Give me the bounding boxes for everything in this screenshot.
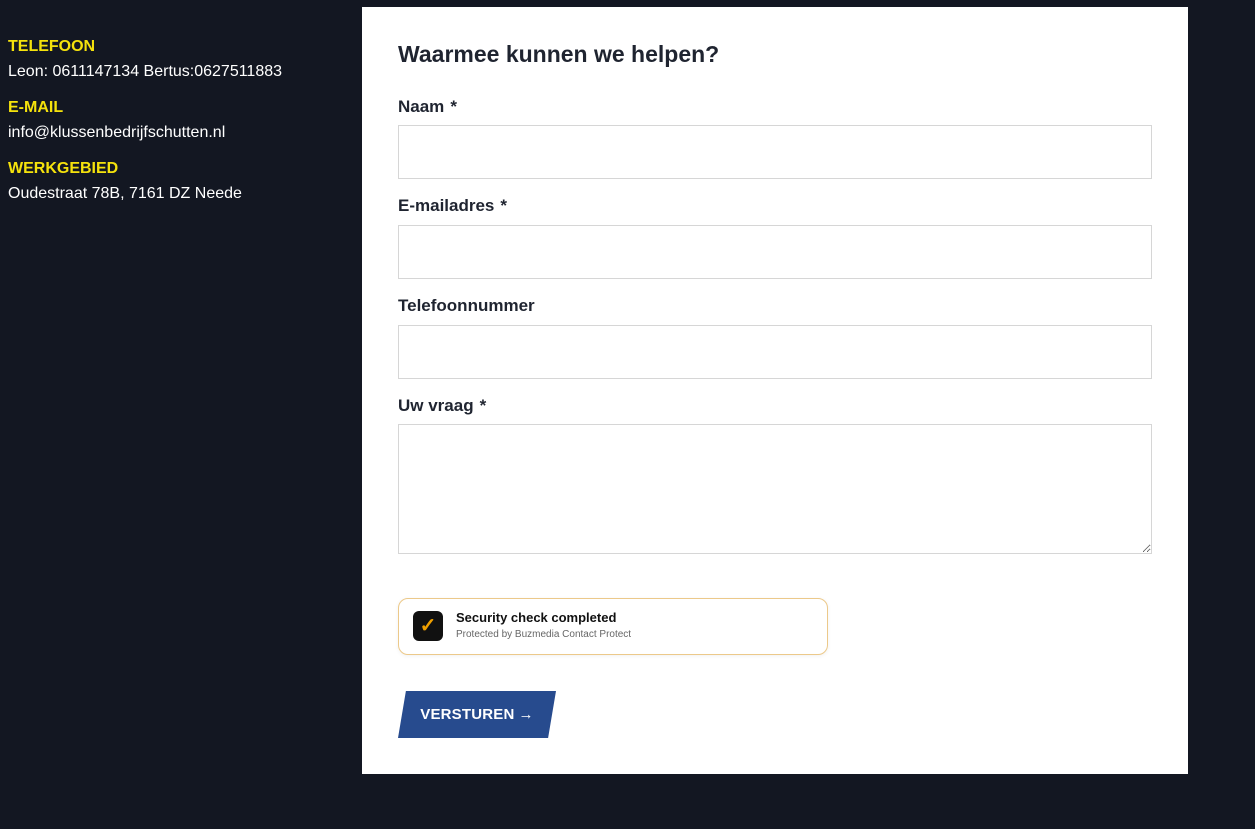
arrow-right-icon: →	[518, 706, 534, 723]
question-label: Uw vraag *	[398, 396, 486, 416]
name-label: Naam *	[398, 97, 457, 117]
required-marker: *	[500, 196, 508, 215]
question-label-text: Uw vraag	[398, 396, 474, 415]
area-address: Oudestraat 78B, 7161 DZ Neede	[8, 185, 242, 202]
name-label-text: Naam	[398, 97, 445, 116]
contact-form-panel: Waarmee kunnen we helpen? Naam * E-mailad…	[362, 7, 1188, 774]
email-heading: E-MAIL	[8, 99, 64, 116]
checkmark-icon[interactable]: ✓	[413, 611, 443, 641]
security-provider: Protected by Buzmedia Contact Protect	[456, 629, 632, 640]
phone-label-text: Telefoonnummer	[398, 296, 535, 315]
email-block: E-MAIL info@klussenbedrijfschutten.nl	[8, 97, 348, 145]
email-address: info@klussenbedrijfschutten.nl	[8, 124, 226, 141]
phone-block: TELEFOON Leon: 0611147134 Bertus:0627511…	[8, 36, 348, 84]
name-input[interactable]	[398, 125, 1152, 179]
area-block: WERKGEBIED Oudestraat 78B, 7161 DZ Neede	[8, 158, 348, 206]
phone-input[interactable]	[398, 325, 1152, 379]
submit-button[interactable]: VERSTUREN →	[398, 691, 556, 738]
email-label: E-mailadres *	[398, 196, 507, 216]
submit-label: VERSTUREN	[420, 706, 515, 723]
phone-numbers: Leon: 0611147134 Bertus:0627511883	[8, 63, 283, 80]
phone-heading: TELEFOON	[8, 38, 96, 55]
security-status: Security check completed	[456, 610, 617, 625]
required-marker: *	[479, 396, 487, 415]
form-title: Waarmee kunnen we helpen?	[398, 41, 720, 67]
required-marker: *	[450, 97, 457, 116]
email-label-text: E-mailadres	[398, 196, 495, 215]
area-heading: WERKGEBIED	[8, 160, 119, 177]
security-check-widget: ✓ Security check completed Protected by …	[398, 598, 828, 655]
email-input[interactable]	[398, 225, 1152, 279]
phone-label: Telefoonnummer	[398, 296, 535, 316]
question-textarea[interactable]	[398, 424, 1152, 554]
contact-sidebar: TELEFOON Leon: 0611147134 Bertus:0627511…	[8, 36, 348, 219]
